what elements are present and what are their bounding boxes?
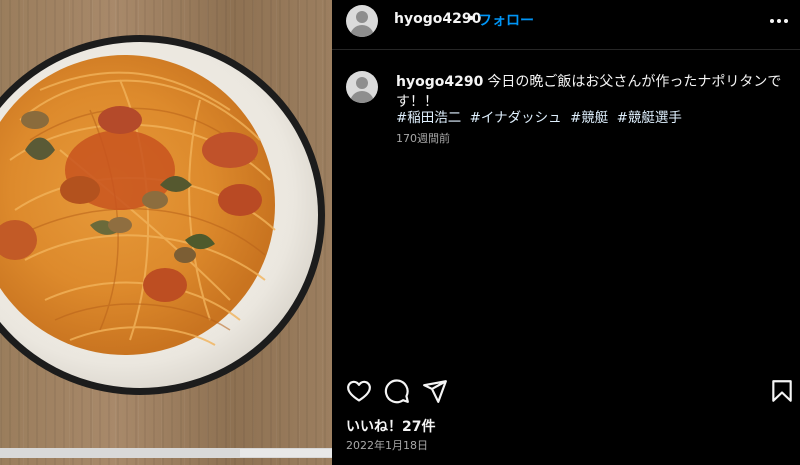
follow-button[interactable]: フォロー	[478, 10, 534, 30]
heart-icon[interactable]	[346, 378, 372, 404]
hashtags: #稲田浩二 #イナダッシュ #競艇 #競艇選手	[396, 106, 686, 126]
post-date: 2022年1月18日	[346, 439, 428, 452]
hashtag-link[interactable]: #競艇選手	[617, 110, 682, 126]
caption: hyogo4290 今日の晩ご飯はお父さんが作ったナポリタンです！！ #稲田浩二 …	[332, 50, 800, 370]
post-photo[interactable]	[0, 0, 332, 465]
post-header: hyogo4290 • フォロー	[332, 0, 800, 50]
caption-username[interactable]: hyogo4290	[396, 74, 483, 90]
napolitan-photo	[0, 35, 332, 458]
separator-dot: •	[467, 11, 476, 27]
avatar[interactable]	[346, 5, 378, 37]
hashtag-link[interactable]: #稲田浩二	[396, 110, 461, 126]
time-ago: 170週間前	[396, 132, 450, 145]
bookmark-icon[interactable]	[769, 378, 795, 404]
share-icon[interactable]	[422, 378, 448, 404]
post-panel: hyogo4290 • フォロー hyogo4290 今日の晩ご飯はお父さんが作っ…	[332, 0, 800, 465]
comment-icon[interactable]	[384, 378, 410, 404]
hashtag-link[interactable]: #競艇	[570, 110, 608, 126]
action-bar	[332, 372, 800, 412]
more-options-icon[interactable]	[769, 19, 789, 25]
hashtag-link[interactable]: #イナダッシュ	[470, 110, 562, 126]
likes-count[interactable]: いいね！27件	[346, 416, 435, 436]
caption-avatar[interactable]	[346, 71, 378, 103]
